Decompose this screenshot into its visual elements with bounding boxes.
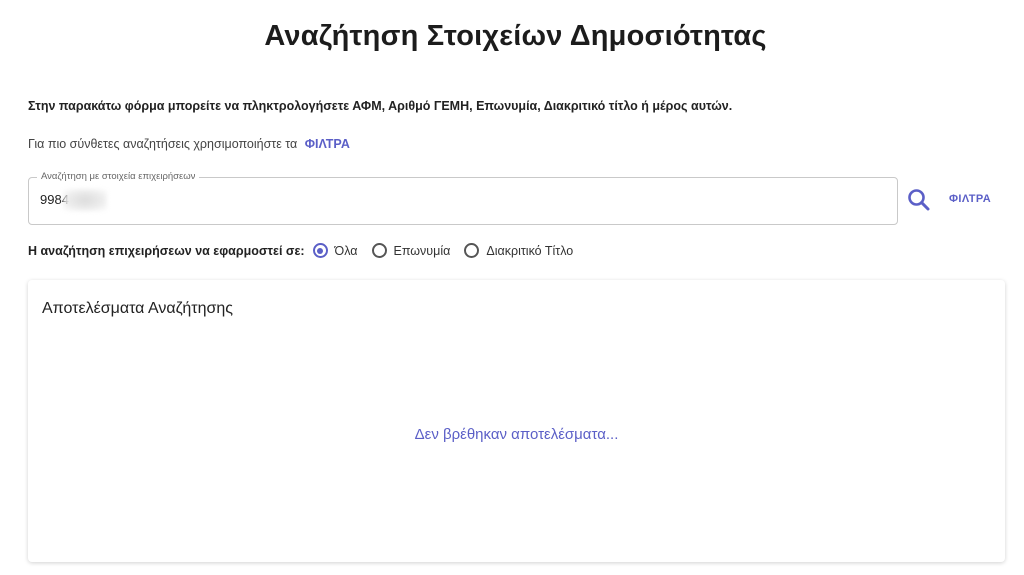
instructions-text: Στην παρακάτω φόρμα μπορείτε να πληκτρολ… — [28, 99, 733, 113]
radio-distinctive-title-label: Διακριτικό Τίτλο — [486, 243, 574, 258]
search-scope-group: Η αναζήτηση επιχειρήσεων να εφαρμοστεί σ… — [28, 243, 587, 258]
radio-unchecked-icon — [371, 243, 387, 258]
radio-unchecked-icon — [464, 243, 480, 258]
radio-name-label: Επωνυμία — [393, 243, 451, 258]
radio-all[interactable]: Όλα — [312, 243, 358, 258]
radio-name[interactable]: Επωνυμία — [371, 243, 451, 258]
filters-link[interactable]: ΦΙΛΤΡΑ — [305, 137, 350, 151]
search-field-label: Αναζήτηση με στοιχεία επιχειρήσεων — [37, 171, 200, 183]
results-panel: Αποτελέσματα Αναζήτησης Δεν βρέθηκαν απο… — [28, 280, 1005, 562]
advanced-search-hint: Για πιο σύνθετες αναζητήσεις χρησιμοποιή… — [28, 137, 350, 151]
radio-distinctive-title[interactable]: Διακριτικό Τίτλο — [464, 243, 573, 258]
search-button[interactable] — [906, 187, 932, 213]
search-scope-label: Η αναζήτηση επιχειρήσεων να εφαρμοστεί σ… — [28, 243, 305, 258]
search-input[interactable] — [40, 192, 900, 207]
hint-text: Για πιο σύνθετες αναζητήσεις χρησιμοποιή… — [28, 137, 298, 151]
magnifier-icon — [908, 189, 930, 211]
results-title: Αποτελέσματα Αναζήτησης — [42, 300, 233, 317]
search-field[interactable]: Αναζήτηση με στοιχεία επιχειρήσεων — [28, 171, 900, 225]
redacted-blur — [63, 189, 107, 211]
page-title: Αναζήτηση Στοιχείων Δημοσιότητας — [264, 20, 767, 52]
radio-checked-icon — [312, 243, 328, 258]
no-results-message: Δεν βρέθηκαν αποτελέσματα... — [414, 426, 619, 443]
radio-all-label: Όλα — [334, 243, 358, 258]
filters-button[interactable]: ΦΙΛΤΡΑ — [949, 193, 991, 205]
